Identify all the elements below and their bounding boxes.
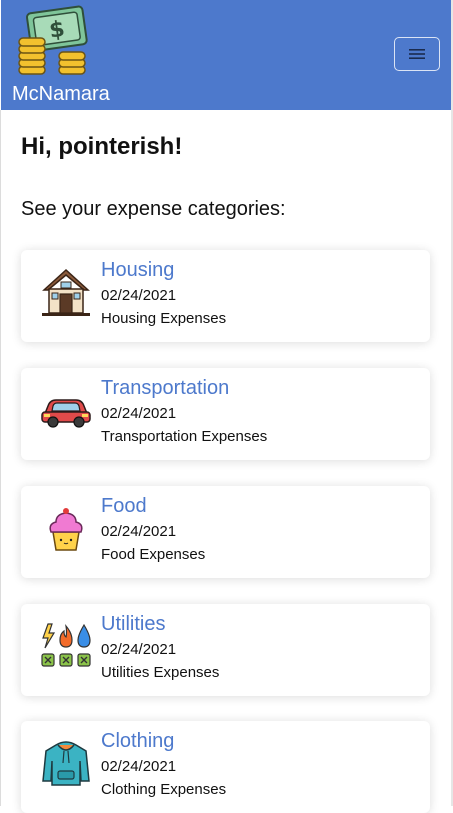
categories-subtitle: See your expense categories: bbox=[21, 198, 286, 220]
category-title[interactable]: Transportation bbox=[101, 376, 229, 400]
cupcake-icon bbox=[40, 502, 92, 554]
car-icon bbox=[40, 384, 92, 436]
navbar: $ McNamara bbox=[1, 0, 451, 110]
category-card-transportation[interactable]: Transportation 02/24/2021 Transportation… bbox=[21, 368, 430, 460]
category-title[interactable]: Utilities bbox=[101, 612, 165, 636]
category-title[interactable]: Housing bbox=[101, 258, 174, 282]
category-card-food[interactable]: Food 02/24/2021 Food Expenses bbox=[21, 486, 430, 578]
category-card-utilities[interactable]: Utilities 02/24/2021 Utilities Expenses bbox=[21, 604, 430, 696]
category-date: 02/24/2021 bbox=[101, 405, 177, 422]
hoodie-icon bbox=[40, 737, 92, 789]
category-description: Utilities Expenses bbox=[101, 664, 220, 681]
category-date: 02/24/2021 bbox=[101, 758, 177, 775]
frame-border-left bbox=[0, 110, 1, 806]
category-description: Transportation Expenses bbox=[101, 428, 268, 445]
category-title[interactable]: Food bbox=[101, 494, 147, 518]
category-description: Housing Expenses bbox=[101, 310, 227, 327]
house-icon bbox=[40, 266, 92, 318]
category-description: Food Expenses bbox=[101, 546, 206, 563]
category-title[interactable]: Clothing bbox=[101, 729, 174, 753]
greeting-heading: Hi, pointerish! bbox=[21, 133, 183, 160]
menu-toggle-button[interactable] bbox=[394, 37, 440, 71]
brand-name[interactable]: McNamara bbox=[12, 83, 110, 105]
category-card-clothing[interactable]: Clothing 02/24/2021 Clothing Expenses bbox=[21, 721, 430, 813]
money-coins-icon[interactable]: $ bbox=[15, 4, 91, 80]
utilities-icon bbox=[40, 620, 92, 672]
category-date: 02/24/2021 bbox=[101, 287, 177, 304]
category-description: Clothing Expenses bbox=[101, 781, 227, 798]
category-date: 02/24/2021 bbox=[101, 523, 177, 540]
hamburger-menu-icon bbox=[409, 49, 425, 59]
category-date: 02/24/2021 bbox=[101, 641, 177, 658]
category-card-housing[interactable]: Housing 02/24/2021 Housing Expenses bbox=[21, 250, 430, 342]
